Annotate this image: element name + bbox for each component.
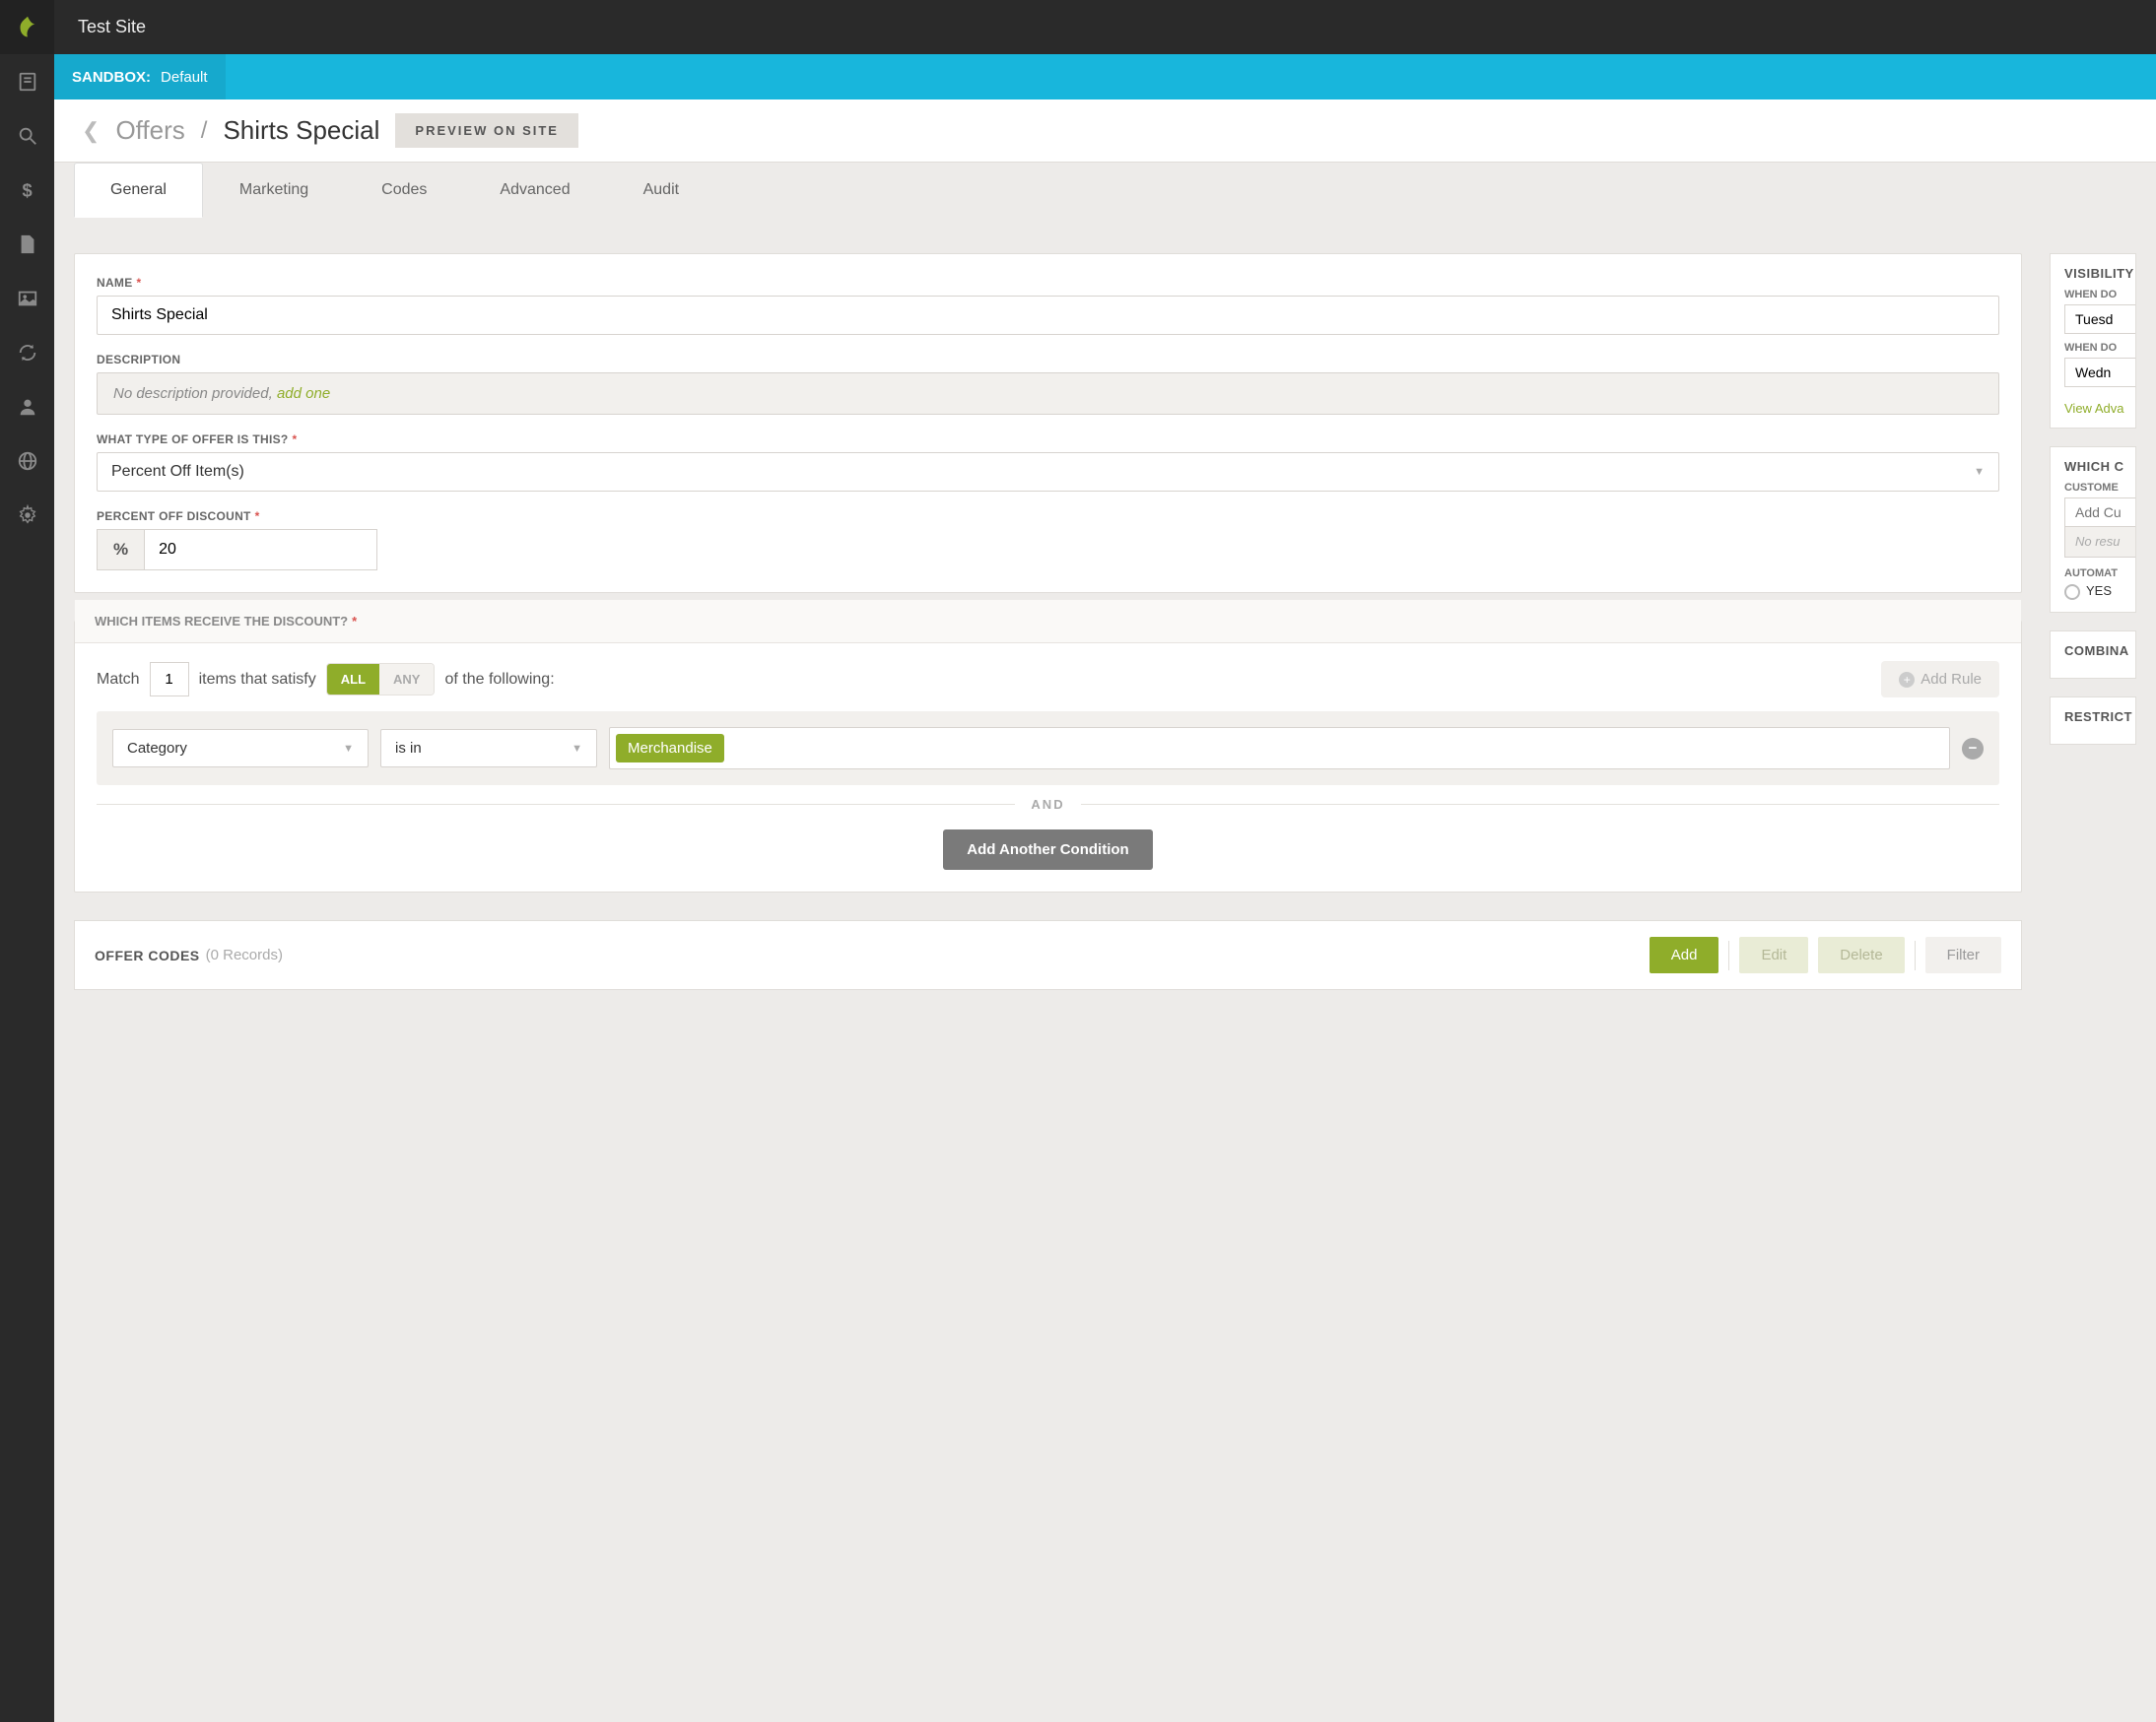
- breadcrumb-current: Shirts Special: [223, 115, 379, 146]
- offer-type-value: Percent Off Item(s): [111, 463, 244, 481]
- percent-prefix: %: [97, 529, 144, 570]
- offer-codes-title: OFFER CODES: [95, 948, 200, 963]
- chevron-down-icon: ▼: [343, 743, 354, 755]
- customers-input[interactable]: [2064, 497, 2136, 527]
- auto-label: AUTOMAT: [2064, 567, 2122, 579]
- no-results: No resu: [2064, 526, 2136, 558]
- condition-row: Category ▼ is in ▼ Merchandise −: [97, 711, 1999, 785]
- required-icon: *: [352, 614, 357, 629]
- percent-input[interactable]: [144, 529, 377, 570]
- logo-icon: [0, 0, 54, 54]
- chevron-down-icon: ▼: [1974, 466, 1985, 478]
- add-rule-button[interactable]: Add Rule: [1881, 661, 1999, 697]
- rail-pages-icon[interactable]: [0, 54, 54, 108]
- desc-label: DESCRIPTION: [97, 353, 180, 366]
- delete-button[interactable]: Delete: [1818, 937, 1904, 973]
- tab-marketing[interactable]: Marketing: [203, 163, 345, 218]
- breadcrumb: ❮ Offers / Shirts Special PREVIEW ON SIT…: [54, 99, 2156, 163]
- end-label: WHEN DO: [2064, 342, 2122, 354]
- tabs: General Marketing Codes Advanced Audit: [54, 163, 2156, 218]
- tab-codes[interactable]: Codes: [345, 163, 463, 218]
- divider: [1728, 941, 1729, 970]
- preview-button[interactable]: PREVIEW ON SITE: [395, 113, 578, 148]
- restrict-head: RESTRICT: [2064, 709, 2122, 724]
- tab-audit[interactable]: Audit: [607, 163, 715, 218]
- required-icon: *: [137, 276, 142, 290]
- site-title: Test Site: [78, 17, 146, 37]
- pct-label: PERCENT OFF DISCOUNT: [97, 509, 251, 523]
- svg-text:$: $: [22, 179, 32, 200]
- view-advanced-link[interactable]: View Adva: [2064, 401, 2123, 416]
- rail-gear-icon[interactable]: [0, 488, 54, 542]
- start-date-input[interactable]: [2064, 304, 2136, 334]
- all-any-toggle[interactable]: ALL ANY: [326, 663, 436, 695]
- breadcrumb-sep: /: [201, 117, 208, 145]
- rules-panel: WHICH ITEMS RECEIVE THE DISCOUNT? * Matc…: [74, 621, 2022, 893]
- match-suffix: of the following:: [444, 671, 554, 689]
- name-label: NAME: [97, 276, 133, 290]
- filter-button[interactable]: Filter: [1925, 937, 2001, 973]
- visibility-panel: VISIBILITY WHEN DO WHEN DO View Adva: [2050, 253, 2136, 429]
- desc-add-link[interactable]: add one: [277, 385, 330, 402]
- edit-button[interactable]: Edit: [1739, 937, 1808, 973]
- back-icon[interactable]: ❮: [82, 118, 100, 144]
- which-head: WHICH C: [2064, 459, 2122, 474]
- tab-advanced[interactable]: Advanced: [463, 163, 606, 218]
- tab-general[interactable]: General: [74, 163, 203, 218]
- add-condition-button[interactable]: Add Another Condition: [943, 829, 1152, 870]
- combinability-head: COMBINA: [2064, 643, 2122, 658]
- required-icon: *: [255, 509, 260, 523]
- description-box[interactable]: No description provided, add one: [97, 372, 1999, 415]
- condition-value-input[interactable]: Merchandise: [609, 727, 1950, 769]
- match-prefix: Match: [97, 671, 140, 689]
- type-label: WHAT TYPE OF OFFER IS THIS?: [97, 432, 289, 446]
- combinability-panel[interactable]: COMBINA: [2050, 630, 2136, 679]
- add-button[interactable]: Add: [1650, 937, 1719, 973]
- offer-codes-count: (0 Records): [206, 947, 283, 963]
- rail-sync-icon[interactable]: [0, 325, 54, 379]
- sandbox-label: SANDBOX:: [72, 69, 151, 86]
- remove-icon[interactable]: −: [1962, 738, 1984, 760]
- rail-search-icon[interactable]: [0, 108, 54, 163]
- customers-panel: WHICH C CUSTOME No resu AUTOMAT YES: [2050, 446, 2136, 613]
- divider: [1915, 941, 1916, 970]
- match-mid: items that satisfy: [199, 671, 316, 689]
- condition-field-select[interactable]: Category ▼: [112, 729, 369, 767]
- and-divider: AND: [97, 797, 1999, 812]
- name-input[interactable]: [97, 296, 1999, 335]
- general-panel: NAME * DESCRIPTION No description provide…: [74, 253, 2022, 593]
- sandbox-name[interactable]: Default: [161, 69, 208, 86]
- rules-header: WHICH ITEMS RECEIVE THE DISCOUNT?: [95, 614, 348, 629]
- visibility-head: VISIBILITY: [2064, 266, 2122, 281]
- offer-codes-panel: OFFER CODES (0 Records) Add Edit Delete …: [74, 920, 2022, 990]
- pill-all[interactable]: ALL: [327, 664, 379, 695]
- rail-content-icon[interactable]: [0, 217, 54, 271]
- match-count-input[interactable]: [150, 662, 189, 696]
- condition-tag[interactable]: Merchandise: [616, 734, 724, 762]
- customers-label: CUSTOME: [2064, 482, 2122, 494]
- restrict-panel[interactable]: RESTRICT: [2050, 696, 2136, 745]
- required-icon: *: [293, 432, 298, 446]
- offer-type-select[interactable]: Percent Off Item(s) ▼: [97, 452, 1999, 492]
- breadcrumb-parent[interactable]: Offers: [115, 115, 184, 146]
- condition-op-select[interactable]: is in ▼: [380, 729, 597, 767]
- pill-any[interactable]: ANY: [379, 664, 434, 695]
- sandbox-bar: SANDBOX: Default: [54, 54, 2156, 99]
- topbar: Test Site: [54, 0, 2156, 54]
- start-label: WHEN DO: [2064, 289, 2122, 300]
- rail-media-icon[interactable]: [0, 271, 54, 325]
- rail-user-icon[interactable]: [0, 379, 54, 433]
- desc-placeholder: No description provided,: [113, 385, 273, 402]
- auto-yes-option[interactable]: YES: [2064, 583, 2122, 600]
- chevron-down-icon: ▼: [572, 743, 582, 755]
- radio-icon: [2064, 584, 2080, 600]
- end-date-input[interactable]: [2064, 358, 2136, 387]
- rail-pricing-icon[interactable]: $: [0, 163, 54, 217]
- left-rail: $: [0, 0, 54, 1722]
- rail-globe-icon[interactable]: [0, 433, 54, 488]
